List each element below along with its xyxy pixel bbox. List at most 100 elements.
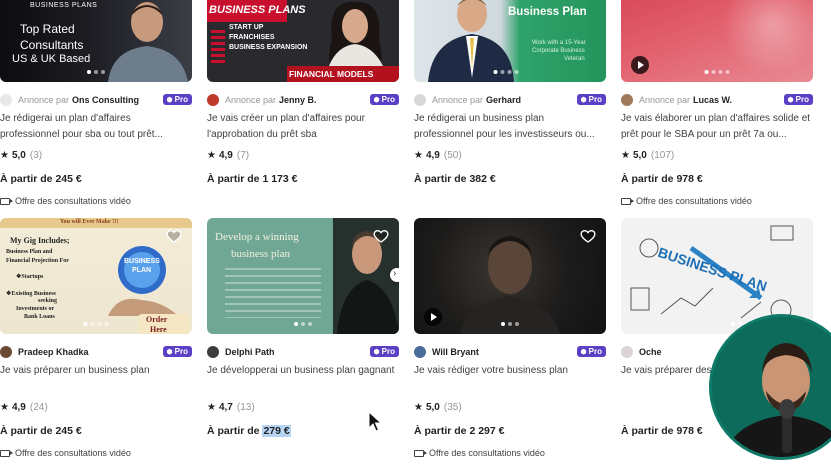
carousel-dots[interactable] <box>493 70 519 74</box>
ad-label: Annonce par <box>225 94 277 105</box>
gig-card[interactable]: Annonce par Lucas W. ⬢ Pro Je vais élabor… <box>621 0 813 207</box>
carousel-next-button[interactable]: › <box>390 268 399 282</box>
seller-avatar[interactable] <box>207 93 219 106</box>
price-value: 978 € <box>676 173 703 185</box>
gig-card[interactable]: Business Plan Work with a 15-Year Corpor… <box>414 0 606 186</box>
seller-name[interactable]: Gerhard <box>486 95 521 105</box>
review-count: (107) <box>650 149 675 161</box>
gig-card[interactable]: Develop a winning business plan › Delphi… <box>207 218 399 438</box>
price-value: 2 297 € <box>469 425 505 437</box>
pro-badge-icon: ⬢ <box>580 348 587 356</box>
seller-avatar[interactable] <box>621 93 633 106</box>
seller-name[interactable]: Jenny B. <box>279 95 317 105</box>
thumbnail-caption: ❖Startups <box>16 274 44 280</box>
pro-badge-label: Pro <box>174 347 188 356</box>
pro-badge-icon: ⬢ <box>373 96 380 104</box>
carousel-dots[interactable] <box>501 322 519 326</box>
gig-title[interactable]: Je rédigerai un business plan profession… <box>414 111 606 143</box>
thumbnail-caption: BUSINESS <box>124 258 160 265</box>
pro-badge-label: Pro <box>174 95 188 104</box>
video-consultation-label: Offre des consultations vidéo <box>15 448 131 458</box>
seller-avatar[interactable] <box>0 345 12 358</box>
star-icon: ★ <box>207 401 216 413</box>
seller-avatar[interactable] <box>0 93 12 106</box>
carousel-dots[interactable] <box>704 70 730 74</box>
seller-name[interactable]: Lucas W. <box>693 95 732 105</box>
video-consultation-label: Offre des consultations vidéo <box>429 448 545 458</box>
gig-price: À partir de 245 € <box>0 425 192 438</box>
heart-icon[interactable] <box>580 228 596 244</box>
seller-avatar[interactable] <box>207 345 219 358</box>
gig-card[interactable]: Will Bryant ⬢ Pro Je vais rédiger votre b… <box>414 218 606 459</box>
gig-thumbnail[interactable]: Business Plan Work with a 15-Year Corpor… <box>414 0 606 82</box>
seller-name[interactable]: Pradeep Khadka <box>18 347 89 357</box>
gig-thumbnail[interactable]: BUSINESS PLANS Top Rated Consultants US … <box>0 0 192 82</box>
rating-value: 4,9 <box>11 401 26 413</box>
thumbnail-caption: Top Rated <box>20 22 75 36</box>
video-camera-icon <box>414 449 427 457</box>
seller-name[interactable]: Delphi Path <box>225 347 275 357</box>
seller-avatar[interactable] <box>414 345 426 358</box>
pro-badge-icon: ⬢ <box>373 348 380 356</box>
price-value: 245 € <box>55 173 82 185</box>
presenter-photo <box>712 317 831 457</box>
pro-badge: ⬢ Pro <box>369 346 399 357</box>
review-count: (24) <box>29 401 48 413</box>
thumbnail-caption: Order <box>146 315 168 324</box>
gig-thumbnail[interactable] <box>621 0 813 82</box>
thumbnail-caption: PLAN <box>132 267 152 274</box>
carousel-dots[interactable] <box>294 322 312 326</box>
thumbnail-caption: You will Ever Make !!! <box>60 219 119 225</box>
star-icon: ★ <box>0 149 9 161</box>
pro-badge-label: Pro <box>381 95 395 104</box>
thumbnail-caption: ❖Existing Business <box>6 291 56 297</box>
gig-thumbnail[interactable]: You will Ever Make !!! My Gig Includes; … <box>0 218 192 334</box>
gig-title[interactable]: Je rédigerai un plan d'affaires professi… <box>0 111 192 143</box>
rating-value: 5,0 <box>632 149 647 161</box>
thumbnail-caption: Bank Loans <box>24 314 55 320</box>
heart-icon[interactable] <box>373 228 389 244</box>
business-plan-graphic <box>108 246 178 316</box>
carousel-dots[interactable] <box>87 70 105 74</box>
thumbnail-caption: US & UK Based <box>12 53 91 65</box>
price-prefix: À partir de <box>0 425 56 437</box>
gig-card[interactable]: BUSINESS PLANS START UP FRANCHISES BUSIN… <box>207 0 399 186</box>
pro-badge-icon: ⬢ <box>166 96 173 104</box>
pro-badge: ⬢ Pro <box>576 94 606 105</box>
gig-price: À partir de 245 € <box>0 173 192 186</box>
gig-title[interactable]: Je développerai un business plan gagnant <box>207 363 399 395</box>
review-count: (7) <box>236 149 250 161</box>
gig-thumbnail[interactable]: Develop a winning business plan › <box>207 218 399 334</box>
gig-price: À partir de 1 173 € <box>207 173 399 186</box>
thumbnail-text-lines <box>225 268 321 318</box>
seller-avatar[interactable] <box>414 93 426 106</box>
play-icon[interactable] <box>424 308 442 326</box>
seller-name[interactable]: Will Bryant <box>432 347 479 357</box>
rating-value: 4,9 <box>425 149 440 161</box>
gig-title[interactable]: Je vais préparer un business plan <box>0 363 192 395</box>
seller-avatar[interactable] <box>621 345 633 358</box>
pro-badge-icon: ⬢ <box>166 348 173 356</box>
heart-icon[interactable] <box>166 228 182 244</box>
gig-thumbnail[interactable]: BUSINESS PLANS START UP FRANCHISES BUSIN… <box>207 0 399 82</box>
pro-badge-label: Pro <box>381 347 395 356</box>
rating-value: 5,0 <box>11 149 26 161</box>
pro-badge: ⬢ Pro <box>369 94 399 105</box>
gig-card[interactable]: BUSINESS PLANS Top Rated Consultants US … <box>0 0 192 207</box>
seller-name[interactable]: Ons Consulting <box>72 95 139 105</box>
carousel-dots[interactable] <box>83 322 109 326</box>
gig-title[interactable]: Je vais créer un plan d'affaires pour l'… <box>207 111 399 143</box>
gig-title[interactable]: Je vais rédiger votre business plan <box>414 363 606 395</box>
star-icon: ★ <box>414 401 423 413</box>
video-camera-icon <box>0 449 13 457</box>
gig-title[interactable]: Je vais élaborer un plan d'affaires soli… <box>621 111 813 143</box>
star-icon: ★ <box>414 149 423 161</box>
seller-name[interactable]: Oche <box>639 347 662 357</box>
price-value: 382 € <box>469 173 496 185</box>
price-prefix: À partir de <box>207 425 263 437</box>
person-photo <box>329 1 383 66</box>
gig-card[interactable]: You will Ever Make !!! My Gig Includes; … <box>0 218 192 459</box>
gig-thumbnail[interactable] <box>414 218 606 334</box>
play-icon[interactable] <box>631 56 649 74</box>
price-prefix: À partir de <box>414 173 470 185</box>
